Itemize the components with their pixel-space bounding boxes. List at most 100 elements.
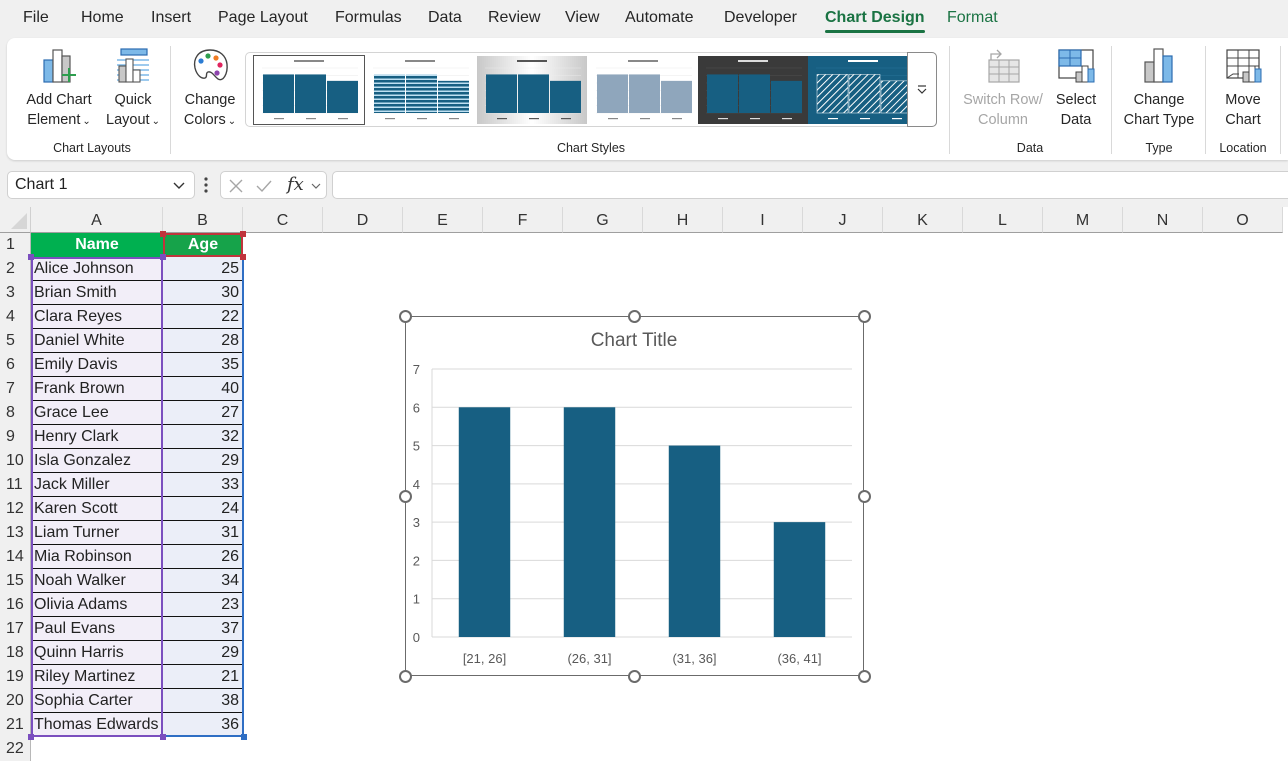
column-header-d[interactable]: D [323, 207, 403, 233]
row-header-16[interactable]: 16 [0, 593, 31, 617]
tab-automate[interactable]: Automate [625, 9, 693, 27]
column-header-i[interactable]: I [723, 207, 803, 233]
column-header-c[interactable]: C [243, 207, 323, 233]
tab-developer[interactable]: Developer [724, 9, 797, 27]
cell-age[interactable]: 32 [163, 425, 243, 449]
column-header-n[interactable]: N [1123, 207, 1203, 233]
row-header-11[interactable]: 11 [0, 473, 31, 497]
cell-name[interactable]: Liam Turner [31, 521, 163, 545]
column-header-g[interactable]: G [563, 207, 643, 233]
cell-name[interactable]: Daniel White [31, 329, 163, 353]
cell-name[interactable]: Mia Robinson [31, 545, 163, 569]
cell-name[interactable]: Sophia Carter [31, 689, 163, 713]
cell-name[interactable]: Brian Smith [31, 281, 163, 305]
chart[interactable]: Chart Title 0 1 2 3 4 5 6 7 [21, 26] (26, 31] (31, … [405, 316, 864, 676]
change-chart-type-button[interactable]: Change Chart Type [1117, 46, 1201, 130]
column-header-l[interactable]: L [963, 207, 1043, 233]
tab-file[interactable]: File [23, 9, 49, 27]
column-header-o[interactable]: O [1203, 207, 1283, 233]
cell-age[interactable]: 23 [163, 593, 243, 617]
cell-name[interactable]: Riley Martinez [31, 665, 163, 689]
tab-insert[interactable]: Insert [151, 9, 191, 27]
tab-format[interactable]: Format [947, 9, 998, 27]
column-header-b[interactable]: B [163, 207, 243, 233]
chart-style-thumb[interactable] [808, 56, 918, 124]
cell-name[interactable]: Alice Johnson [31, 257, 163, 281]
row-header-8[interactable]: 8 [0, 401, 31, 425]
column-header-k[interactable]: K [883, 207, 963, 233]
cell-name[interactable]: Henry Clark [31, 425, 163, 449]
cell-age[interactable]: 28 [163, 329, 243, 353]
bar[interactable] [458, 407, 511, 637]
tab-view[interactable]: View [565, 9, 599, 27]
quick-layout-button[interactable]: Quick Layout ⌄ [101, 46, 165, 132]
tab-review[interactable]: Review [488, 9, 540, 27]
tab-page-layout[interactable]: Page Layout [218, 9, 308, 27]
formula-input[interactable] [332, 171, 1288, 199]
column-header-j[interactable]: J [803, 207, 883, 233]
cell-name[interactable]: Thomas Edwards [31, 713, 163, 737]
resize-handle[interactable] [857, 489, 871, 503]
cell-name[interactable]: Grace Lee [31, 401, 163, 425]
row-header-21[interactable]: 21 [0, 713, 31, 737]
row-header-15[interactable]: 15 [0, 569, 31, 593]
cell-name[interactable]: Karen Scott [31, 497, 163, 521]
cell-age[interactable]: 34 [163, 569, 243, 593]
row-header-19[interactable]: 19 [0, 665, 31, 689]
resize-handle[interactable] [398, 309, 412, 323]
row-header-1[interactable]: 1 [0, 233, 31, 257]
gallery-more-button[interactable] [907, 52, 937, 127]
cell-age[interactable]: 37 [163, 617, 243, 641]
chart-style-thumb[interactable] [477, 56, 587, 124]
add-chart-element-button[interactable]: Add Chart Element ⌄ [19, 46, 99, 132]
select-data-button[interactable]: Select Data [1049, 46, 1103, 130]
cell-age[interactable]: 40 [163, 377, 243, 401]
change-colors-button[interactable]: Change Colors ⌄ [177, 46, 243, 132]
more-options-icon[interactable] [203, 176, 209, 194]
row-header-14[interactable]: 14 [0, 545, 31, 569]
cancel-icon[interactable] [228, 178, 244, 194]
resize-handle[interactable] [628, 309, 641, 323]
cell-age[interactable]: 22 [163, 305, 243, 329]
cell-age[interactable]: 25 [163, 257, 243, 281]
select-all-button[interactable] [0, 207, 31, 233]
chart-title[interactable]: Chart Title [591, 330, 678, 351]
cell-name[interactable]: Paul Evans [31, 617, 163, 641]
cell-age[interactable]: 36 [163, 713, 243, 737]
row-header-10[interactable]: 10 [0, 449, 31, 473]
bar[interactable] [668, 445, 721, 637]
cell-age[interactable]: 29 [163, 641, 243, 665]
row-header-17[interactable]: 17 [0, 617, 31, 641]
resize-handle[interactable] [857, 309, 871, 323]
cell-age[interactable]: 33 [163, 473, 243, 497]
cell-name[interactable]: Noah Walker [31, 569, 163, 593]
move-chart-button[interactable]: Move Chart [1211, 46, 1275, 130]
chevron-down-icon[interactable] [311, 182, 321, 190]
cell-name[interactable]: Quinn Harris [31, 641, 163, 665]
row-header-5[interactable]: 5 [0, 329, 31, 353]
row-header-9[interactable]: 9 [0, 425, 31, 449]
tab-formulas[interactable]: Formulas [335, 9, 402, 27]
row-header-12[interactable]: 12 [0, 497, 31, 521]
cell-age[interactable]: 35 [163, 353, 243, 377]
cell-name[interactable]: Frank Brown [31, 377, 163, 401]
row-header-3[interactable]: 3 [0, 281, 31, 305]
column-header-f[interactable]: F [483, 207, 563, 233]
enter-check-icon[interactable] [255, 178, 273, 194]
cell-age[interactable]: 38 [163, 689, 243, 713]
cell-name[interactable]: Isla Gonzalez [31, 449, 163, 473]
cell-age[interactable]: 26 [163, 545, 243, 569]
chart-style-thumb[interactable] [698, 56, 808, 124]
bar[interactable] [563, 407, 616, 637]
tab-chart-design[interactable]: Chart Design [825, 9, 925, 33]
switch-row-column-button[interactable]: Switch Row/ Column [957, 46, 1049, 130]
tab-data[interactable]: Data [428, 9, 462, 27]
row-header-7[interactable]: 7 [0, 377, 31, 401]
cell-age[interactable]: 27 [163, 401, 243, 425]
cell-name[interactable]: Olivia Adams [31, 593, 163, 617]
chevron-down-icon[interactable] [172, 178, 186, 192]
cell-b1[interactable]: Age [163, 233, 243, 257]
tab-home[interactable]: Home [81, 9, 124, 27]
cell-age[interactable]: 21 [163, 665, 243, 689]
column-header-a[interactable]: A [31, 207, 163, 233]
